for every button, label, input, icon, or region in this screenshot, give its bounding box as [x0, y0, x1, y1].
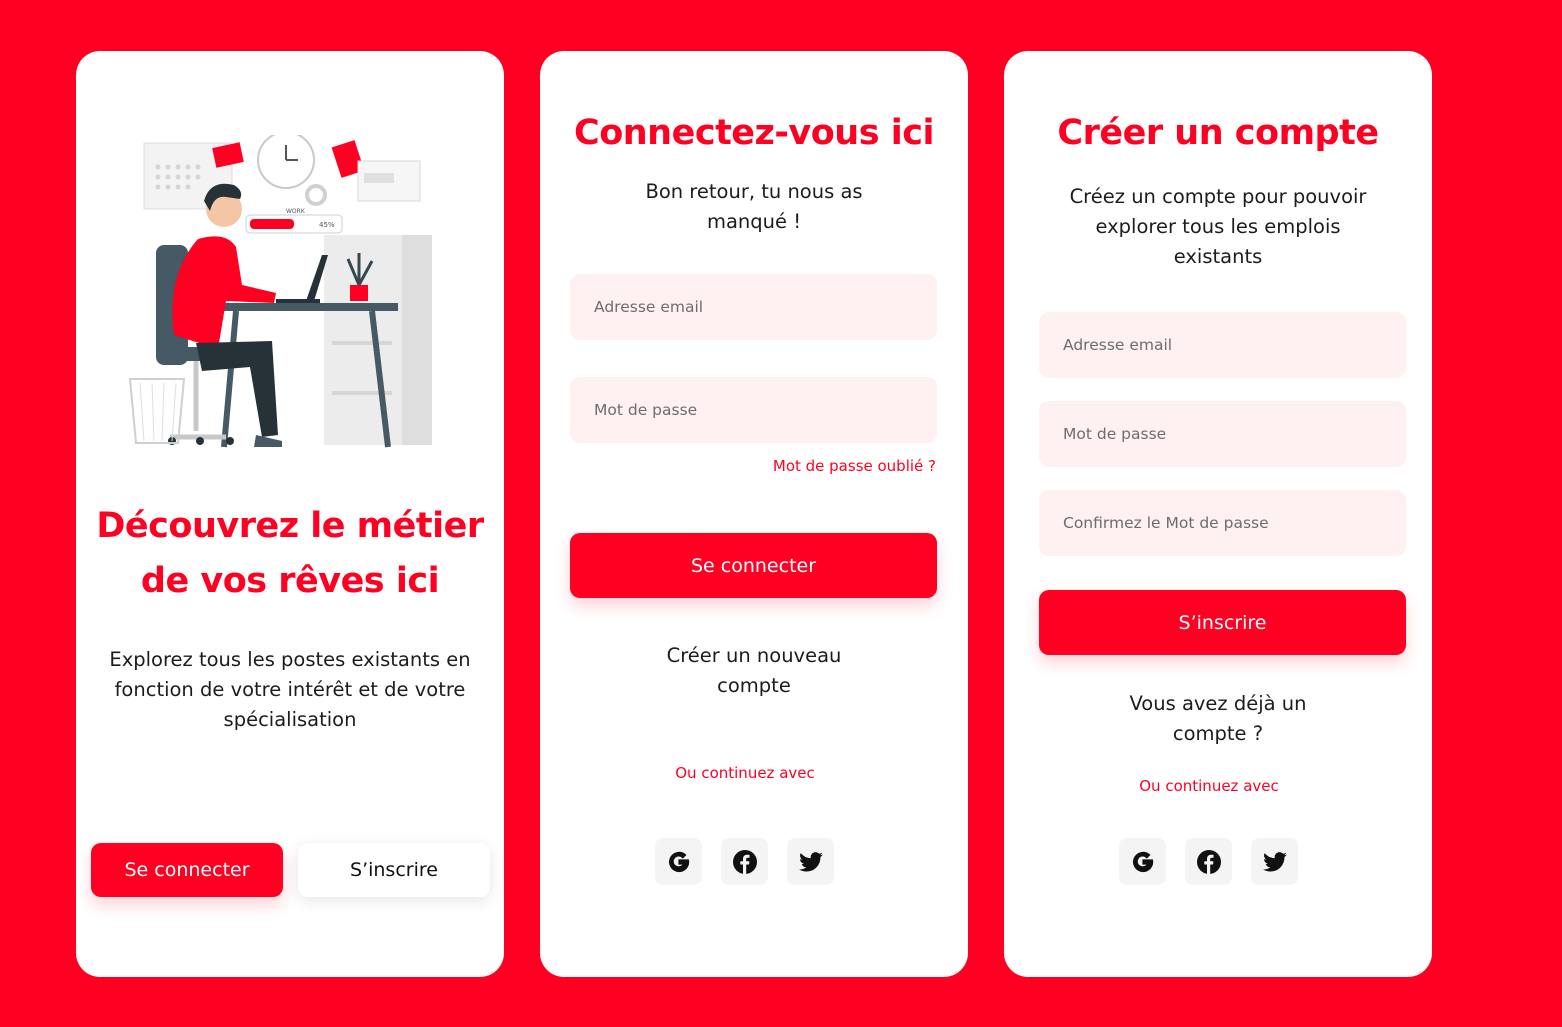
- register-submit-button[interactable]: S’inscrire: [1039, 590, 1406, 655]
- register-subtitle-line3: existants: [1173, 245, 1263, 268]
- google-icon: [1132, 851, 1153, 872]
- hero-title-line2: de vos rêves ici: [140, 561, 440, 601]
- register-email-wrapper: [1039, 312, 1406, 378]
- forgot-password-link[interactable]: Mot de passe oublié ?: [773, 457, 936, 475]
- email-field[interactable]: [570, 274, 937, 340]
- login-subtitle-line2: manqué !: [706, 210, 802, 233]
- twitter-login-button[interactable]: [787, 838, 834, 885]
- facebook-icon: [732, 849, 757, 874]
- twitter-register-button[interactable]: [1251, 838, 1298, 885]
- register-confirm-wrapper: [1039, 490, 1406, 556]
- confirm-password-field[interactable]: [1039, 490, 1406, 556]
- register-email-field[interactable]: [1039, 312, 1406, 378]
- register-password-wrapper: [1039, 401, 1406, 467]
- password-field-wrapper: [570, 377, 937, 443]
- login-title: Connectez-vous ici: [574, 113, 934, 153]
- google-login-button[interactable]: [655, 838, 702, 885]
- onboarding-card: WORK 45% Découvrez le métier de vos rêve…: [76, 51, 504, 977]
- existing-account-line2: compte ?: [1172, 722, 1264, 745]
- hero-description-line2: fonction de votre intérêt et de votre: [114, 678, 466, 701]
- register-subtitle-line2: explorer tous les emplois: [1095, 215, 1341, 238]
- google-icon: [668, 851, 689, 872]
- hero-description-line1: Explorez tous les postes existants en: [109, 648, 471, 671]
- email-field-wrapper: [570, 274, 937, 340]
- register-title: Créer un compte: [1057, 113, 1379, 153]
- existing-account-line1: Vous avez déjà un: [1129, 692, 1307, 715]
- facebook-register-button[interactable]: [1185, 838, 1232, 885]
- hero-title-line1: Découvrez le métier: [96, 506, 484, 546]
- login-card: Connectez-vous ici Bon retour, tu nous a…: [540, 51, 968, 977]
- login-submit-button[interactable]: Se connecter: [570, 533, 937, 598]
- register-card: Créer un compte Créez un compte pour pou…: [1004, 51, 1432, 977]
- facebook-icon: [1196, 849, 1221, 874]
- signup-button[interactable]: S’inscrire: [298, 843, 490, 897]
- work-illustration: WORK 45%: [128, 135, 432, 448]
- badge-label: WORK: [286, 208, 306, 215]
- continue-with-label: Ou continuez avec: [675, 764, 815, 782]
- hero-description-line3: spécialisation: [223, 708, 357, 731]
- register-continue-with-label: Ou continuez avec: [1139, 777, 1279, 795]
- register-password-field[interactable]: [1039, 401, 1406, 467]
- create-account-link[interactable]: Créer un nouveau compte: [540, 641, 968, 701]
- login-subtitle-line1: Bon retour, tu nous as: [645, 180, 863, 203]
- login-button[interactable]: Se connecter: [91, 843, 283, 897]
- create-account-line2: compte: [717, 674, 791, 697]
- google-register-button[interactable]: [1119, 838, 1166, 885]
- facebook-login-button[interactable]: [721, 838, 768, 885]
- existing-account-link[interactable]: Vous avez déjà un compte ?: [1004, 689, 1432, 749]
- progress-label: 45%: [319, 221, 335, 229]
- create-account-line1: Créer un nouveau: [666, 644, 842, 667]
- twitter-icon: [798, 851, 823, 872]
- twitter-icon: [1262, 851, 1287, 872]
- register-subtitle-line1: Créez un compte pour pouvoir: [1069, 185, 1367, 208]
- password-field[interactable]: [570, 377, 937, 443]
